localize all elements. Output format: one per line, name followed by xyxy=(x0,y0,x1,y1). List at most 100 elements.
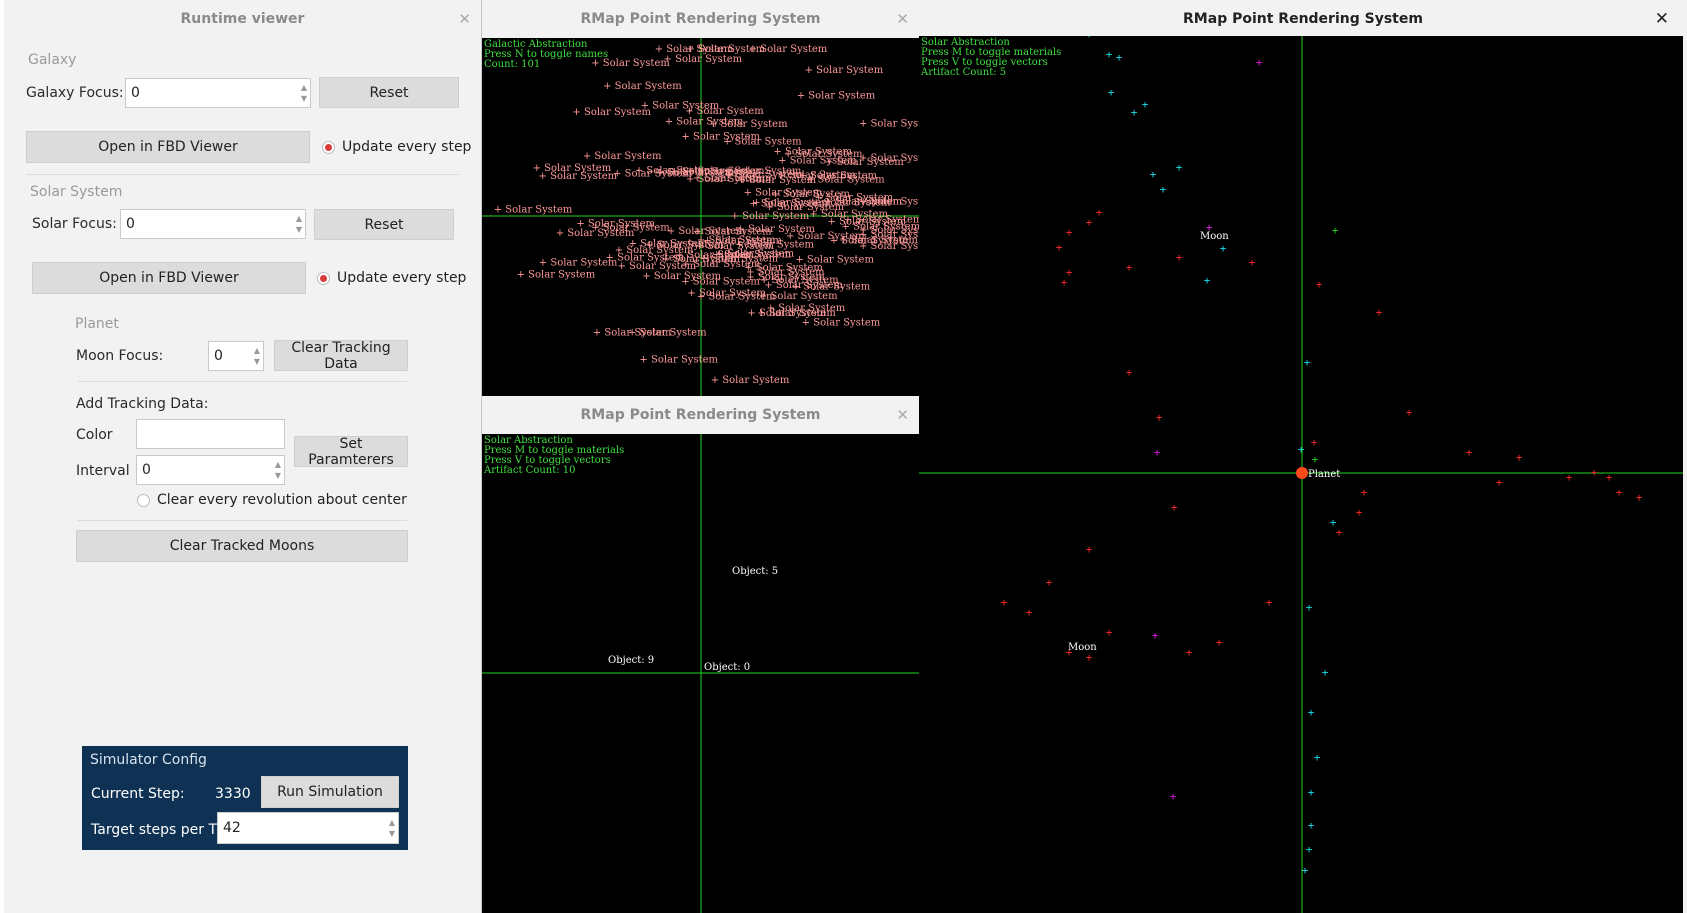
planet-window-titlebar[interactable]: RMap Point Rendering System ✕ xyxy=(919,0,1687,38)
solar-reset-button[interactable]: Reset xyxy=(314,209,454,240)
simulator-config-panel: Simulator Config Current Step: 3330 Run … xyxy=(82,746,408,850)
artifact-marker: + xyxy=(1086,651,1093,664)
artifact-marker: + xyxy=(1302,864,1309,877)
planet-section-label: Planet xyxy=(75,316,119,332)
artifact-marker: + xyxy=(1256,56,1263,69)
galaxy-reset-button[interactable]: Reset xyxy=(319,77,459,108)
divider xyxy=(26,174,459,175)
solar-system-marker: + Solar System xyxy=(665,117,744,128)
clear-every-revolution-label: Clear every revolution about center xyxy=(157,492,407,508)
galaxy-update-every-step-radio[interactable]: Update every step xyxy=(322,139,471,155)
artifact-marker: + xyxy=(1591,466,1598,479)
artifact-marker: + xyxy=(1106,48,1113,61)
solar-system-marker: + Solar System xyxy=(797,91,876,102)
solar-focus-spinner[interactable]: 0 ▲ ▼ xyxy=(120,209,306,239)
solar-canvas[interactable]: Object: 5 Object: 9 Object: 0 Solar Abst… xyxy=(482,434,919,913)
artifact-marker: + xyxy=(1332,224,1339,237)
galactic-hud: Galactic Abstraction Press N to toggle n… xyxy=(484,40,608,70)
solar-update-every-step-radio[interactable]: Update every step xyxy=(317,270,466,286)
object-label: Object: 5 xyxy=(732,566,778,577)
solar-system-marker: + Solar System xyxy=(641,100,720,111)
target-steps-spinner[interactable]: 42 ▲ ▼ xyxy=(217,812,399,844)
artifact-marker: + xyxy=(1606,471,1613,484)
spinner-arrows-icon[interactable]: ▲ ▼ xyxy=(386,817,398,839)
solar-system-marker: + Solar System xyxy=(723,136,802,147)
solar-system-marker: + Solar System xyxy=(764,280,843,291)
artifact-marker: + xyxy=(1361,486,1368,499)
solar-focus-value: 0 xyxy=(126,216,135,232)
close-icon[interactable]: ✕ xyxy=(458,0,471,38)
artifact-marker: + xyxy=(1266,596,1273,609)
artifact-marker: + xyxy=(1496,476,1503,489)
solar-window-titlebar[interactable]: RMap Point Rendering System ✕ xyxy=(482,396,919,434)
spinner-arrows-icon[interactable]: ▲ ▼ xyxy=(251,345,263,367)
artifact-marker: + xyxy=(1086,36,1093,41)
runtime-viewer-titlebar[interactable]: Runtime viewer ✕ xyxy=(4,0,481,38)
close-icon[interactable]: ✕ xyxy=(896,0,909,38)
solar-system-marker: + Solar System xyxy=(859,119,919,130)
solar-system-marker: + Solar System xyxy=(757,308,836,319)
galaxy-focus-spinner[interactable]: 0 ▲ ▼ xyxy=(125,78,311,108)
galaxy-open-fbd-button[interactable]: Open in FBD Viewer xyxy=(26,131,310,163)
clear-every-revolution-radio[interactable]: Clear every revolution about center xyxy=(137,492,407,508)
solar-system-marker: + Solar System xyxy=(795,254,874,265)
divider xyxy=(78,381,407,382)
artifact-marker: + xyxy=(1106,626,1113,639)
clear-tracked-moons-button[interactable]: Clear Tracked Moons xyxy=(76,530,408,562)
current-step-label: Current Step: xyxy=(91,786,185,802)
color-input[interactable] xyxy=(136,419,285,449)
set-parameters-button[interactable]: Set Paramterers xyxy=(294,436,408,468)
planet-marker xyxy=(1296,467,1308,479)
artifact-marker: + xyxy=(1176,161,1183,174)
artifact-marker: + xyxy=(1308,786,1315,799)
clear-tracking-data-button[interactable]: Clear Tracking Data xyxy=(274,340,408,372)
solar-system-marker: + Solar System xyxy=(687,44,766,55)
add-tracking-label: Add Tracking Data: xyxy=(76,396,209,412)
artifact-marker: + xyxy=(1304,356,1311,369)
solar-system-marker: + Solar System xyxy=(583,151,662,162)
solar-system-marker: + Solar System xyxy=(693,226,772,237)
artifact-marker: + xyxy=(1160,183,1167,196)
artifact-marker: + xyxy=(1216,636,1223,649)
spinner-arrows-icon[interactable]: ▲ ▼ xyxy=(272,459,284,481)
solar-system-marker: + Solar System xyxy=(825,157,904,168)
artifact-marker: + xyxy=(1056,241,1063,254)
hud-line: Artifact Count: 5 xyxy=(921,67,1007,78)
close-icon[interactable]: ✕ xyxy=(896,396,909,434)
moon-focus-value: 0 xyxy=(214,348,223,364)
artifact-marker: + xyxy=(1126,366,1133,379)
moon-focus-spinner[interactable]: 0 ▲ ▼ xyxy=(208,341,264,371)
solar-system-marker: + Solar System xyxy=(681,276,760,287)
artifact-marker: + xyxy=(1176,251,1183,264)
moon-label: Moon xyxy=(1068,642,1097,653)
object-label: Object: 0 xyxy=(704,662,750,673)
galaxy-focus-label: Galaxy Focus: xyxy=(26,85,124,101)
run-simulation-button[interactable]: Run Simulation xyxy=(261,776,399,808)
spinner-arrows-icon[interactable]: ▲ ▼ xyxy=(293,213,305,235)
artifact-marker: + xyxy=(1316,278,1323,291)
galactic-render-window: RMap Point Rendering System ✕ + Solar Sy… xyxy=(482,0,919,396)
radio-unselected-icon xyxy=(137,493,150,507)
solar-focus-label: Solar Focus: xyxy=(32,216,117,232)
solar-system-marker: + Solar System xyxy=(859,241,919,252)
planet-render-window: RMap Point Rendering System ✕ Planet Moo… xyxy=(919,0,1687,913)
solar-system-marker: + Solar System xyxy=(731,211,810,222)
moon-focus-label: Moon Focus: xyxy=(76,348,164,364)
galactic-window-titlebar[interactable]: RMap Point Rendering System ✕ xyxy=(482,0,919,38)
artifact-marker: + xyxy=(1308,819,1315,832)
galactic-canvas[interactable]: + Solar System + Solar System + Solar Syst… xyxy=(482,38,919,396)
artifact-marker: + xyxy=(1096,206,1103,219)
solar-system-marker: + Solar System xyxy=(603,81,682,92)
close-icon[interactable]: ✕ xyxy=(1655,0,1669,38)
solar-open-fbd-button[interactable]: Open in FBD Viewer xyxy=(32,262,306,294)
radio-selected-icon xyxy=(317,271,330,285)
planet-canvas[interactable]: Planet Moon Moon + + + + + + + + + + + + + + + + + + + + + + +… xyxy=(919,36,1683,913)
spinner-arrows-icon[interactable]: ▲ ▼ xyxy=(298,82,310,104)
galactic-plot: + Solar System + Solar System + Solar Syst… xyxy=(482,38,919,396)
color-label: Color xyxy=(76,427,113,443)
solar-update-every-step-label: Update every step xyxy=(337,270,467,286)
artifact-marker: + xyxy=(1322,666,1329,679)
artifact-marker: + xyxy=(1171,501,1178,514)
artifact-marker: + xyxy=(1356,506,1363,519)
interval-spinner[interactable]: 0 ▲ ▼ xyxy=(136,455,285,485)
